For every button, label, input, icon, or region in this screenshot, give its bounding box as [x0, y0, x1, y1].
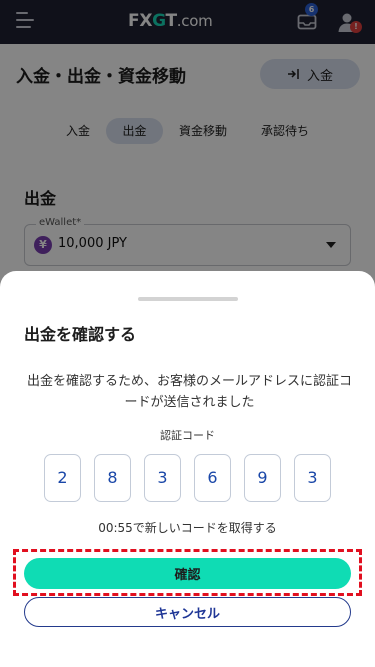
sheet-title: 出金を確認する	[24, 325, 137, 344]
cancel-button[interactable]: キャンセル	[24, 597, 351, 627]
code-digit-2[interactable]: 8	[94, 454, 131, 502]
code-digit-3[interactable]: 3	[144, 454, 181, 502]
code-digit-4[interactable]: 6	[194, 454, 231, 502]
confirm-button[interactable]: 確認	[24, 558, 351, 589]
sheet-drag-handle[interactable]	[138, 297, 238, 301]
code-digit-6[interactable]: 3	[294, 454, 331, 502]
resend-code-text[interactable]: 00:55で新しいコードを取得する	[0, 519, 375, 536]
confirm-withdrawal-sheet: 出金を確認する 出金を確認するため、お客様のメールアドレスに認証コードが送信され…	[0, 271, 375, 667]
code-digit-1[interactable]: 2	[44, 454, 81, 502]
code-label: 認証コード	[160, 429, 215, 442]
code-digit-5[interactable]: 9	[244, 454, 281, 502]
sheet-message: 出金を確認するため、お客様のメールアドレスに認証コードが送信されました	[26, 374, 352, 410]
